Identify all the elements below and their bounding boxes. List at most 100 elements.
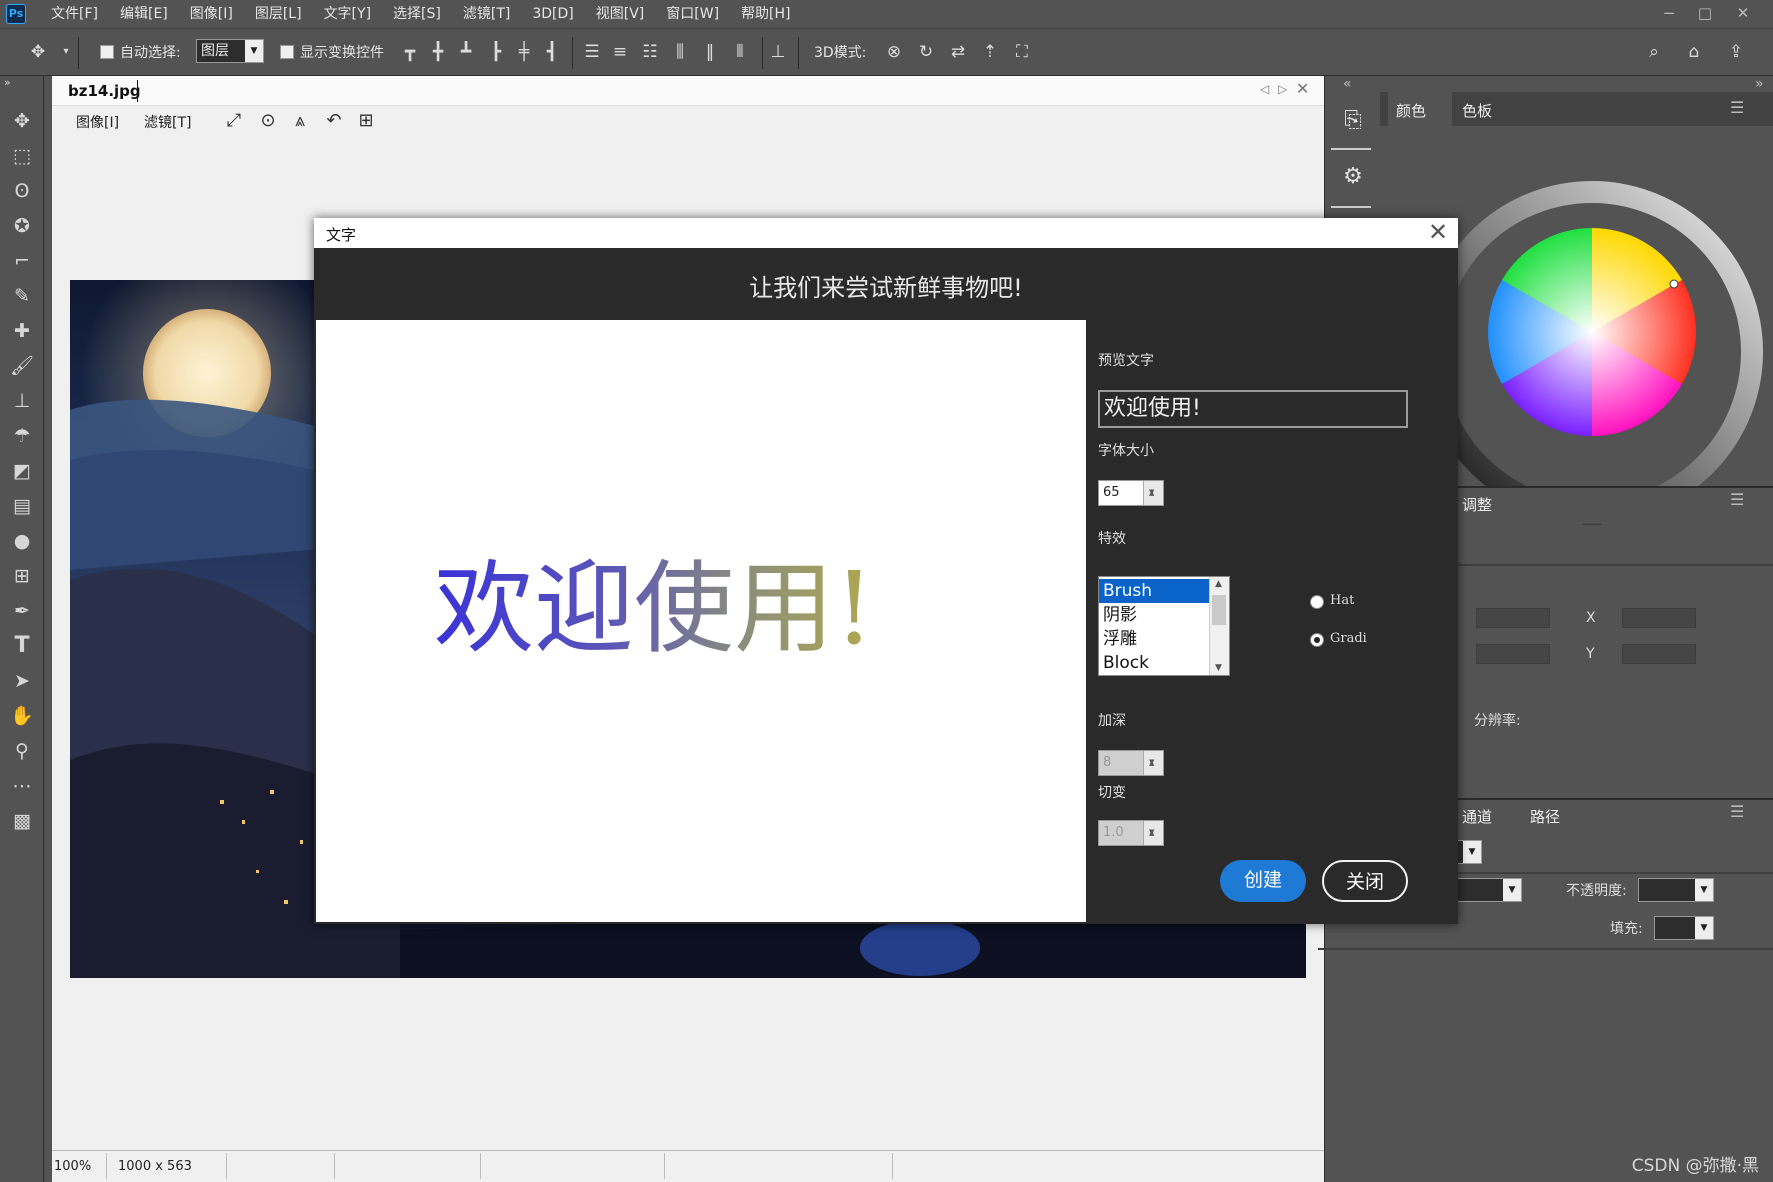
auto-align-icon[interactable]: ⊥ [766, 40, 790, 64]
close-window-button[interactable]: ✕ [1726, 2, 1760, 24]
close-tab-icon[interactable]: ✕ [1296, 79, 1309, 98]
rotate-icon[interactable]: ⊙ [256, 109, 280, 133]
height-field[interactable] [1476, 644, 1550, 664]
quick-select-tool-icon[interactable]: ✪ [6, 211, 38, 241]
search-icon[interactable]: ⌕ [1642, 40, 1666, 64]
distribute-bottom-icon[interactable]: ☷ [638, 40, 662, 64]
distribute-hcenter-icon[interactable]: ‖ [698, 40, 722, 64]
healing-tool-icon[interactable]: ✚ [6, 316, 38, 346]
tab-color[interactable]: 颜色 [1396, 100, 1426, 121]
scroll-down-icon[interactable]: ▼ [1215, 663, 1222, 673]
menu-type[interactable]: 文字[Y] [313, 0, 382, 28]
menu-file[interactable]: 文件[F] [40, 0, 109, 28]
move-tool-icon[interactable]: ✥ [6, 106, 38, 136]
brush-tool-icon[interactable]: 🖌 [6, 351, 38, 381]
menu-view[interactable]: 视图[V] [585, 0, 656, 28]
fill-dropdown[interactable]: ▼ [1654, 916, 1714, 940]
radio-gradi[interactable] [1310, 633, 1324, 647]
maximize-button[interactable]: □ [1688, 2, 1722, 24]
deepen-stepper[interactable]: 8 [1098, 750, 1164, 776]
stepper-arrows-icon[interactable] [1143, 820, 1163, 845]
scroll-left-icon[interactable]: ◁ [1260, 82, 1269, 96]
y-field[interactable] [1622, 644, 1696, 664]
align-left-icon[interactable]: ┣ [484, 40, 508, 64]
tab-channels[interactable]: 通道 [1462, 806, 1492, 827]
type-tool-icon[interactable]: T [6, 631, 38, 661]
distribute-top-icon[interactable]: ☰ [580, 40, 604, 64]
menu-3d[interactable]: 3D[D] [521, 0, 584, 28]
stepper-arrows-icon[interactable] [1143, 480, 1163, 505]
home-icon[interactable]: ⌂ [1682, 40, 1706, 64]
menu-window[interactable]: 窗口[W] [655, 0, 730, 28]
minimize-button[interactable]: − [1652, 2, 1686, 24]
menu-select[interactable]: 选择[S] [382, 0, 452, 28]
doc-menu-image[interactable]: 图像[I] [76, 112, 119, 132]
scale-3d-icon[interactable]: ⛶ [1010, 40, 1034, 64]
marquee-tool-icon[interactable]: ⬚ [6, 141, 38, 171]
align-vcenter-icon[interactable]: ╋ [426, 40, 450, 64]
menu-filter[interactable]: 滤镜[T] [452, 0, 521, 28]
move-tool-icon[interactable]: ✥ [26, 40, 50, 64]
width-field[interactable] [1476, 608, 1550, 628]
create-button[interactable]: 创建 [1220, 860, 1306, 902]
effects-listbox[interactable]: Brush 阴影 浮雕 Block ▲ ▼ [1098, 576, 1230, 676]
tab-paths[interactable]: 路径 [1530, 806, 1560, 827]
gradient-tool-icon[interactable]: ▤ [6, 491, 38, 521]
preview-text-input[interactable]: 欢迎使用! [1098, 390, 1408, 428]
properties-panel-icon[interactable]: ⚙ [1339, 164, 1367, 192]
add-tool-icon[interactable]: ⊞ [6, 561, 38, 591]
share-icon[interactable]: ⇪ [1724, 40, 1748, 64]
expand-icon[interactable]: » [1755, 76, 1764, 92]
quick-mask-icon[interactable]: ▩ [6, 806, 38, 836]
auto-select-dropdown[interactable]: 图层 ▼ [196, 39, 264, 63]
scroll-thumb[interactable] [1212, 595, 1226, 625]
distribute-vcenter-icon[interactable]: ≡ [608, 40, 632, 64]
expand-icon[interactable]: » [4, 76, 36, 90]
menu-image[interactable]: 图像[I] [179, 0, 244, 28]
listbox-scrollbar[interactable]: ▲ ▼ [1209, 577, 1229, 675]
tab-adjustments[interactable]: 调整 [1462, 494, 1492, 515]
document-tab[interactable]: bz14.jpg ◁ ▷ ✕ [52, 76, 1324, 106]
align-hcenter-icon[interactable]: ╪ [512, 40, 536, 64]
hand-tool-icon[interactable]: ✋ [6, 701, 38, 731]
align-top-icon[interactable]: ┳ [398, 40, 422, 64]
close-button[interactable]: 关闭 [1322, 860, 1408, 902]
zoom-level[interactable]: 100% [54, 1159, 91, 1174]
opacity-dropdown[interactable]: ▼ [1638, 878, 1714, 902]
stamp-tool-icon[interactable]: ⊥ [6, 386, 38, 416]
lasso-tool-icon[interactable]: ʘ [6, 176, 38, 206]
distribute-right-icon[interactable]: ⫴ [728, 40, 752, 64]
align-right-icon[interactable]: ┫ [540, 40, 564, 64]
radio-hat[interactable] [1310, 595, 1324, 609]
path-select-tool-icon[interactable]: ➤ [6, 666, 38, 696]
more-tools-icon[interactable]: ⋯ [6, 771, 38, 801]
scroll-up-icon[interactable]: ▲ [1215, 579, 1222, 589]
scroll-right-icon[interactable]: ▷ [1278, 82, 1287, 96]
auto-select-checkbox[interactable] [100, 45, 114, 59]
stepper-arrows-icon[interactable] [1143, 750, 1163, 775]
eraser-tool-icon[interactable]: ◩ [6, 456, 38, 486]
drag-3d-icon[interactable]: ⇄ [946, 40, 970, 64]
roll-3d-icon[interactable]: ↻ [914, 40, 938, 64]
close-icon[interactable]: ✕ [1426, 218, 1450, 246]
effect-item-emboss[interactable]: 浮雕 [1099, 627, 1209, 651]
x-field[interactable] [1622, 608, 1696, 628]
curve-icon[interactable]: ⩓ [288, 109, 312, 133]
font-size-stepper[interactable]: 65 [1098, 480, 1164, 506]
panel-menu-icon[interactable]: ☰ [1730, 802, 1744, 821]
align-bottom-icon[interactable]: ┻ [454, 40, 478, 64]
distribute-left-icon[interactable]: ⫼ [668, 40, 692, 64]
rotate-3d-icon[interactable]: ⊗ [882, 40, 906, 64]
crop-tool-icon[interactable]: ⌐ [6, 246, 38, 276]
chevron-down-icon[interactable]: ▾ [54, 40, 78, 64]
menu-help[interactable]: 帮助[H] [730, 0, 801, 28]
history-panel-icon[interactable]: ⎘ [1339, 108, 1367, 136]
panel-menu-icon[interactable]: ☰ [1730, 490, 1744, 509]
collapse-icon[interactable]: « [1343, 76, 1352, 92]
effect-item-brush[interactable]: Brush [1099, 579, 1209, 603]
effect-item-block[interactable]: Block [1099, 651, 1209, 675]
eyedropper-tool-icon[interactable]: ✎ [6, 281, 38, 311]
blur-tool-icon[interactable]: ● [6, 526, 38, 556]
gradient-stepper[interactable]: 1.0 [1098, 820, 1164, 846]
add-layer-icon[interactable]: ⊞ [354, 109, 378, 133]
